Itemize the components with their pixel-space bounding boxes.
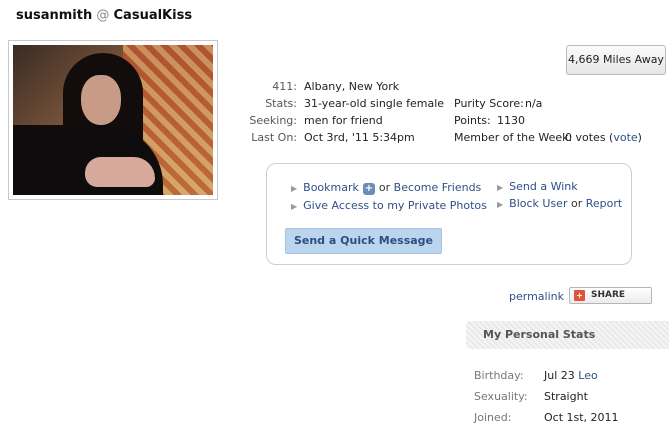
purity-label: Purity Score: bbox=[454, 97, 524, 110]
block-user-link[interactable]: Block User bbox=[509, 197, 567, 210]
private-photos-row: ▶ Give Access to my Private Photos bbox=[291, 199, 487, 212]
sexuality-value: Straight bbox=[544, 390, 588, 403]
plus-icon[interactable]: + bbox=[362, 183, 375, 195]
share-icon: + bbox=[574, 290, 585, 301]
seeking-value: men for friend bbox=[304, 114, 383, 127]
sexuality-label: Sexuality: bbox=[474, 390, 528, 403]
or-text: or bbox=[570, 197, 583, 210]
permalink-link[interactable]: permalink bbox=[509, 290, 564, 303]
purity-value[interactable]: n/a bbox=[525, 97, 542, 110]
member-of-week-votes: 0 votes (vote) bbox=[565, 131, 642, 144]
profile-photo-frame bbox=[8, 40, 218, 200]
username: susanmith bbox=[16, 8, 93, 23]
block-row: ▶ Block User or Report bbox=[497, 197, 622, 210]
photo-hand bbox=[85, 157, 155, 187]
vote-close-paren: ) bbox=[637, 131, 642, 144]
profile-header: susanmith @ CasualKiss bbox=[16, 8, 192, 23]
birthday-label: Birthday: bbox=[474, 369, 524, 382]
bookmark-link[interactable]: Bookmark bbox=[303, 181, 359, 194]
birthday-date: Jul 23 bbox=[544, 369, 575, 382]
report-link[interactable]: Report bbox=[586, 197, 622, 210]
share-button[interactable]: + SHARE bbox=[569, 287, 652, 304]
quick-message-button[interactable]: Send a Quick Message bbox=[285, 228, 442, 254]
birthday-value: Jul 23 Leo bbox=[544, 369, 598, 382]
become-friends-link[interactable]: Become Friends bbox=[394, 181, 482, 194]
photo-face bbox=[81, 75, 121, 125]
joined-value: Oct 1st, 2011 bbox=[544, 411, 619, 424]
arrow-icon: ▶ bbox=[291, 184, 298, 193]
arrow-icon: ▶ bbox=[291, 202, 298, 211]
location-label: 411: bbox=[272, 80, 297, 93]
personal-stats-header: My Personal Stats bbox=[466, 321, 669, 349]
zodiac-link[interactable]: Leo bbox=[578, 369, 597, 382]
points-label: Points: bbox=[454, 114, 491, 127]
last-on-value: Oct 3rd, '11 5:34pm bbox=[304, 131, 415, 144]
distance-button[interactable]: 4,669 Miles Away bbox=[566, 45, 666, 75]
member-of-week-label: Member of the Week: bbox=[454, 131, 573, 144]
points-value[interactable]: 1130 bbox=[497, 114, 525, 127]
bookmark-row: ▶ Bookmark + or Become Friends bbox=[291, 181, 481, 195]
profile-photo[interactable] bbox=[13, 45, 213, 195]
send-wink-link[interactable]: Send a Wink bbox=[509, 180, 577, 193]
joined-label: Joined: bbox=[474, 411, 512, 424]
wink-row: ▶ Send a Wink bbox=[497, 180, 578, 193]
stats-value: 31-year-old single female bbox=[304, 97, 445, 110]
last-on-label: Last On: bbox=[251, 131, 297, 144]
stats-label: Stats: bbox=[265, 97, 297, 110]
location-value: Albany, New York bbox=[304, 80, 400, 93]
share-label: SHARE bbox=[591, 290, 626, 300]
arrow-icon: ▶ bbox=[497, 183, 504, 192]
private-photos-link[interactable]: Give Access to my Private Photos bbox=[303, 199, 487, 212]
votes-count: 0 votes bbox=[565, 131, 606, 144]
vote-link[interactable]: vote bbox=[613, 131, 637, 144]
seeking-label: Seeking: bbox=[249, 114, 297, 127]
arrow-icon: ▶ bbox=[497, 200, 504, 209]
or-text: or bbox=[378, 181, 391, 194]
actions-box: ▶ Bookmark + or Become Friends ▶ Give Access… bbox=[266, 163, 632, 265]
site-name[interactable]: CasualKiss bbox=[114, 8, 193, 23]
at-symbol: @ bbox=[96, 8, 110, 23]
